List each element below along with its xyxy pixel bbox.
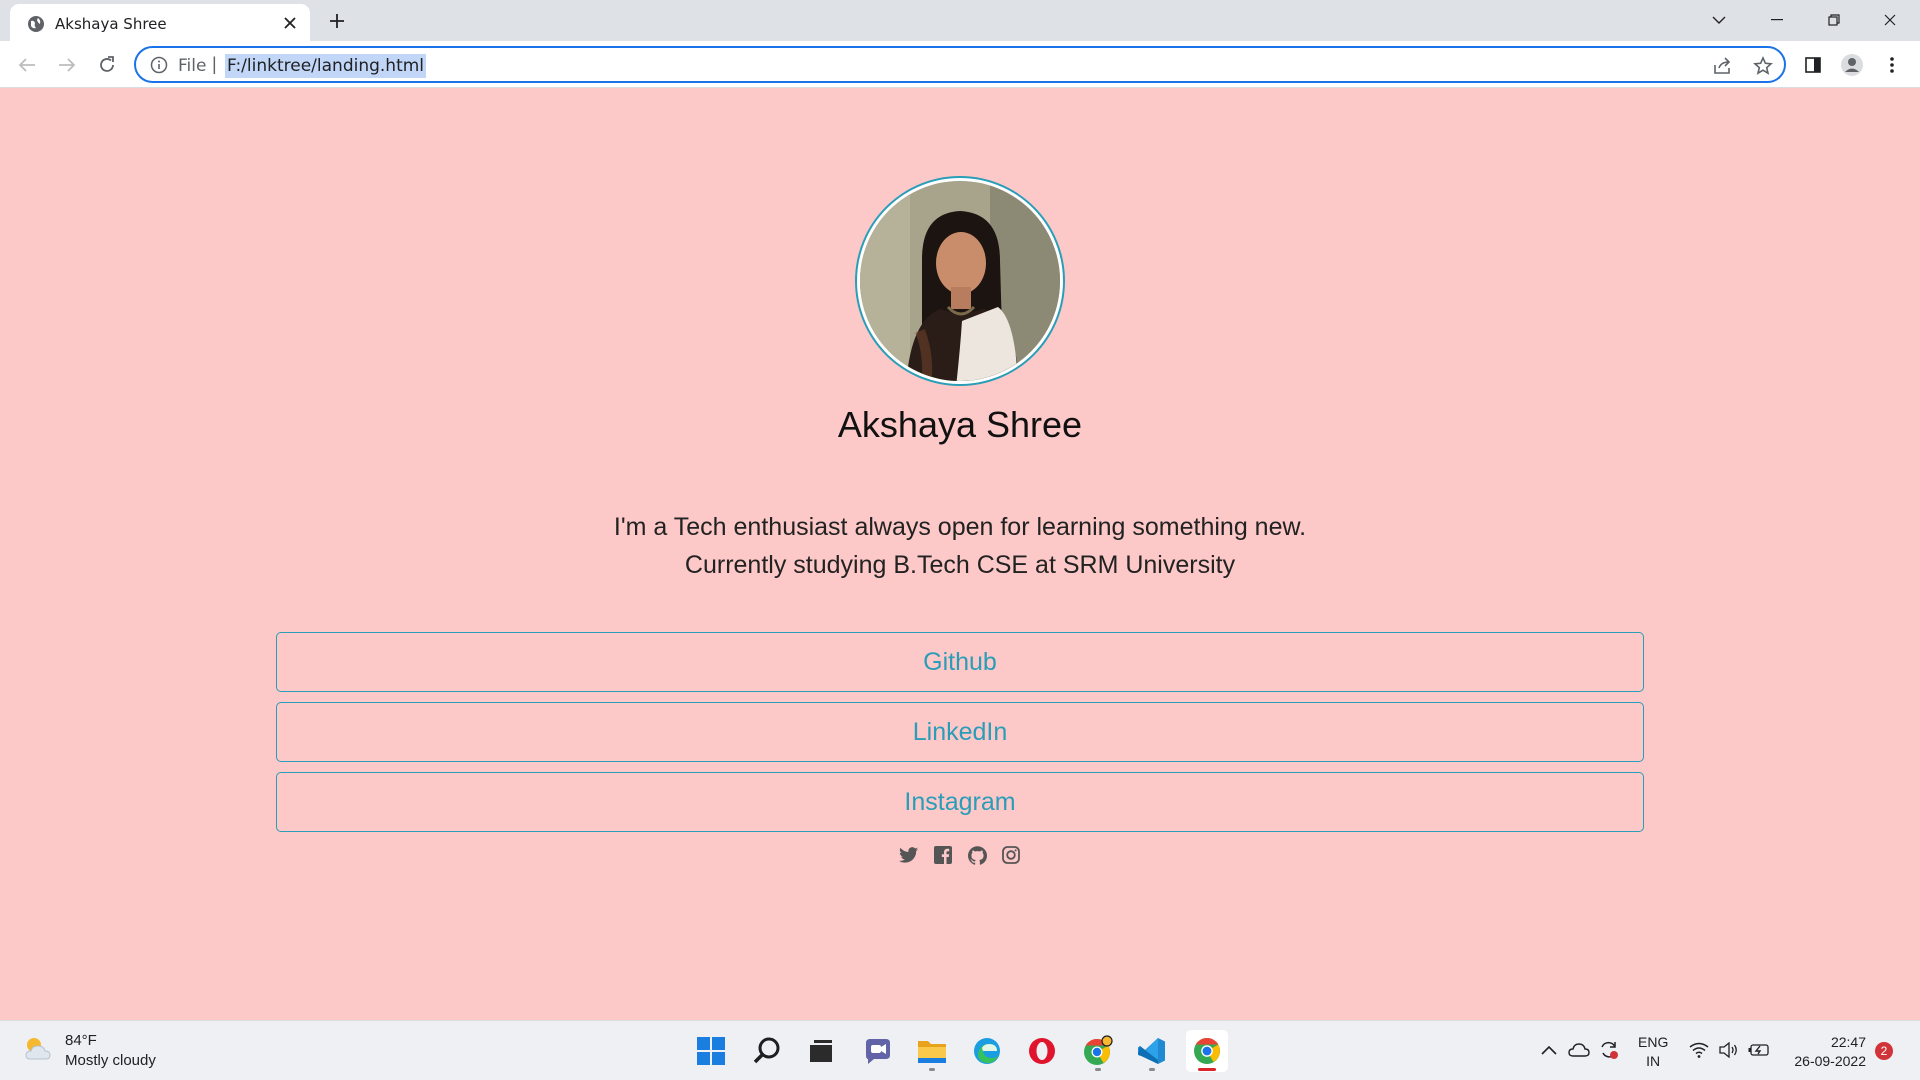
instagram-icon[interactable]: [1001, 845, 1021, 865]
clock[interactable]: 22:47 26-09-2022: [1786, 1033, 1866, 1071]
notification-badge[interactable]: 2: [1875, 1042, 1893, 1060]
active-indicator: [1198, 1068, 1216, 1071]
teams-chat-icon[interactable]: [856, 1030, 898, 1072]
file-explorer-icon[interactable]: [911, 1030, 953, 1072]
instagram-link-button[interactable]: Instagram: [276, 772, 1644, 832]
github-link-button[interactable]: Github: [276, 632, 1644, 692]
twitter-icon[interactable]: [899, 845, 919, 865]
taskbar: 84°F Mostly cloudy ENG IN 22:47 26-09-20…: [0, 1020, 1920, 1080]
weather-temperature[interactable]: 84°F: [65, 1032, 97, 1049]
profile-avatar-icon[interactable]: [1838, 51, 1866, 79]
weather-condition[interactable]: Mostly cloudy: [65, 1052, 156, 1069]
social-icons-row: [0, 845, 1920, 865]
chrome-canary-icon[interactable]: [1077, 1030, 1119, 1072]
address-bar[interactable]: File | F:/linktree/landing.html: [134, 46, 1786, 83]
wifi-icon[interactable]: [1688, 1039, 1710, 1061]
tab-search-icon[interactable]: [1699, 6, 1739, 34]
language-indicator[interactable]: ENG IN: [1638, 1033, 1668, 1071]
running-indicator: [929, 1068, 935, 1071]
github-icon[interactable]: [967, 845, 987, 865]
profile-bio: I'm a Tech enthusiast always open for le…: [0, 508, 1920, 584]
globe-icon: [27, 15, 45, 33]
close-window-icon[interactable]: [1870, 6, 1910, 34]
volume-icon[interactable]: [1718, 1039, 1740, 1061]
battery-icon[interactable]: [1748, 1039, 1770, 1061]
show-hidden-icons-chevron-icon[interactable]: [1538, 1039, 1560, 1061]
clock-date: 26-09-2022: [1794, 1053, 1866, 1069]
restore-icon[interactable]: [1814, 6, 1854, 34]
info-icon[interactable]: [150, 56, 168, 79]
facebook-icon[interactable]: [933, 845, 953, 865]
profile-photo: [857, 178, 1063, 384]
browser-tab[interactable]: Akshaya Shree: [10, 4, 310, 41]
running-indicator: [1149, 1068, 1155, 1071]
bookmark-star-icon[interactable]: [1752, 55, 1774, 77]
address-url[interactable]: F:/linktree/landing.html: [225, 54, 427, 78]
menu-kebab-icon[interactable]: [1878, 51, 1906, 79]
profile-name: Akshaya Shree: [837, 404, 1083, 445]
reload-icon[interactable]: [93, 51, 121, 79]
edge-icon[interactable]: [966, 1030, 1008, 1072]
address-separator: |: [212, 54, 217, 74]
tab-title: Akshaya Shree: [55, 15, 167, 33]
chrome-icon[interactable]: [1186, 1030, 1228, 1072]
back-icon[interactable]: [13, 51, 41, 79]
linkedin-link-button[interactable]: LinkedIn: [276, 702, 1644, 762]
bio-line-1: I'm a Tech enthusiast always open for le…: [613, 513, 1307, 541]
running-indicator: [1095, 1068, 1101, 1071]
opera-icon[interactable]: [1021, 1030, 1063, 1072]
vscode-icon[interactable]: [1131, 1030, 1173, 1072]
language-code: ENG: [1638, 1034, 1669, 1050]
sync-alert-icon[interactable]: [1598, 1039, 1620, 1061]
minimize-icon[interactable]: [1757, 6, 1797, 34]
close-tab-icon[interactable]: [280, 13, 300, 33]
onedrive-cloud-icon[interactable]: [1568, 1039, 1590, 1061]
search-icon[interactable]: [746, 1030, 788, 1072]
address-scheme: File: [178, 56, 207, 76]
share-icon[interactable]: [1712, 55, 1734, 77]
new-tab-button[interactable]: [325, 9, 349, 33]
weather-cloud-sun-icon[interactable]: [22, 1035, 54, 1068]
clock-time: 22:47: [1830, 1034, 1866, 1050]
task-view-icon[interactable]: [800, 1030, 842, 1072]
side-panel-icon[interactable]: [1799, 51, 1827, 79]
browser-toolbar: File | F:/linktree/landing.html: [0, 41, 1920, 88]
bio-line-2: Currently studying B.Tech CSE at SRM Uni…: [684, 551, 1236, 579]
start-windows-icon[interactable]: [690, 1030, 732, 1072]
tab-strip: Akshaya Shree: [0, 0, 1920, 41]
forward-icon[interactable]: [53, 51, 81, 79]
region-code: IN: [1646, 1053, 1661, 1069]
